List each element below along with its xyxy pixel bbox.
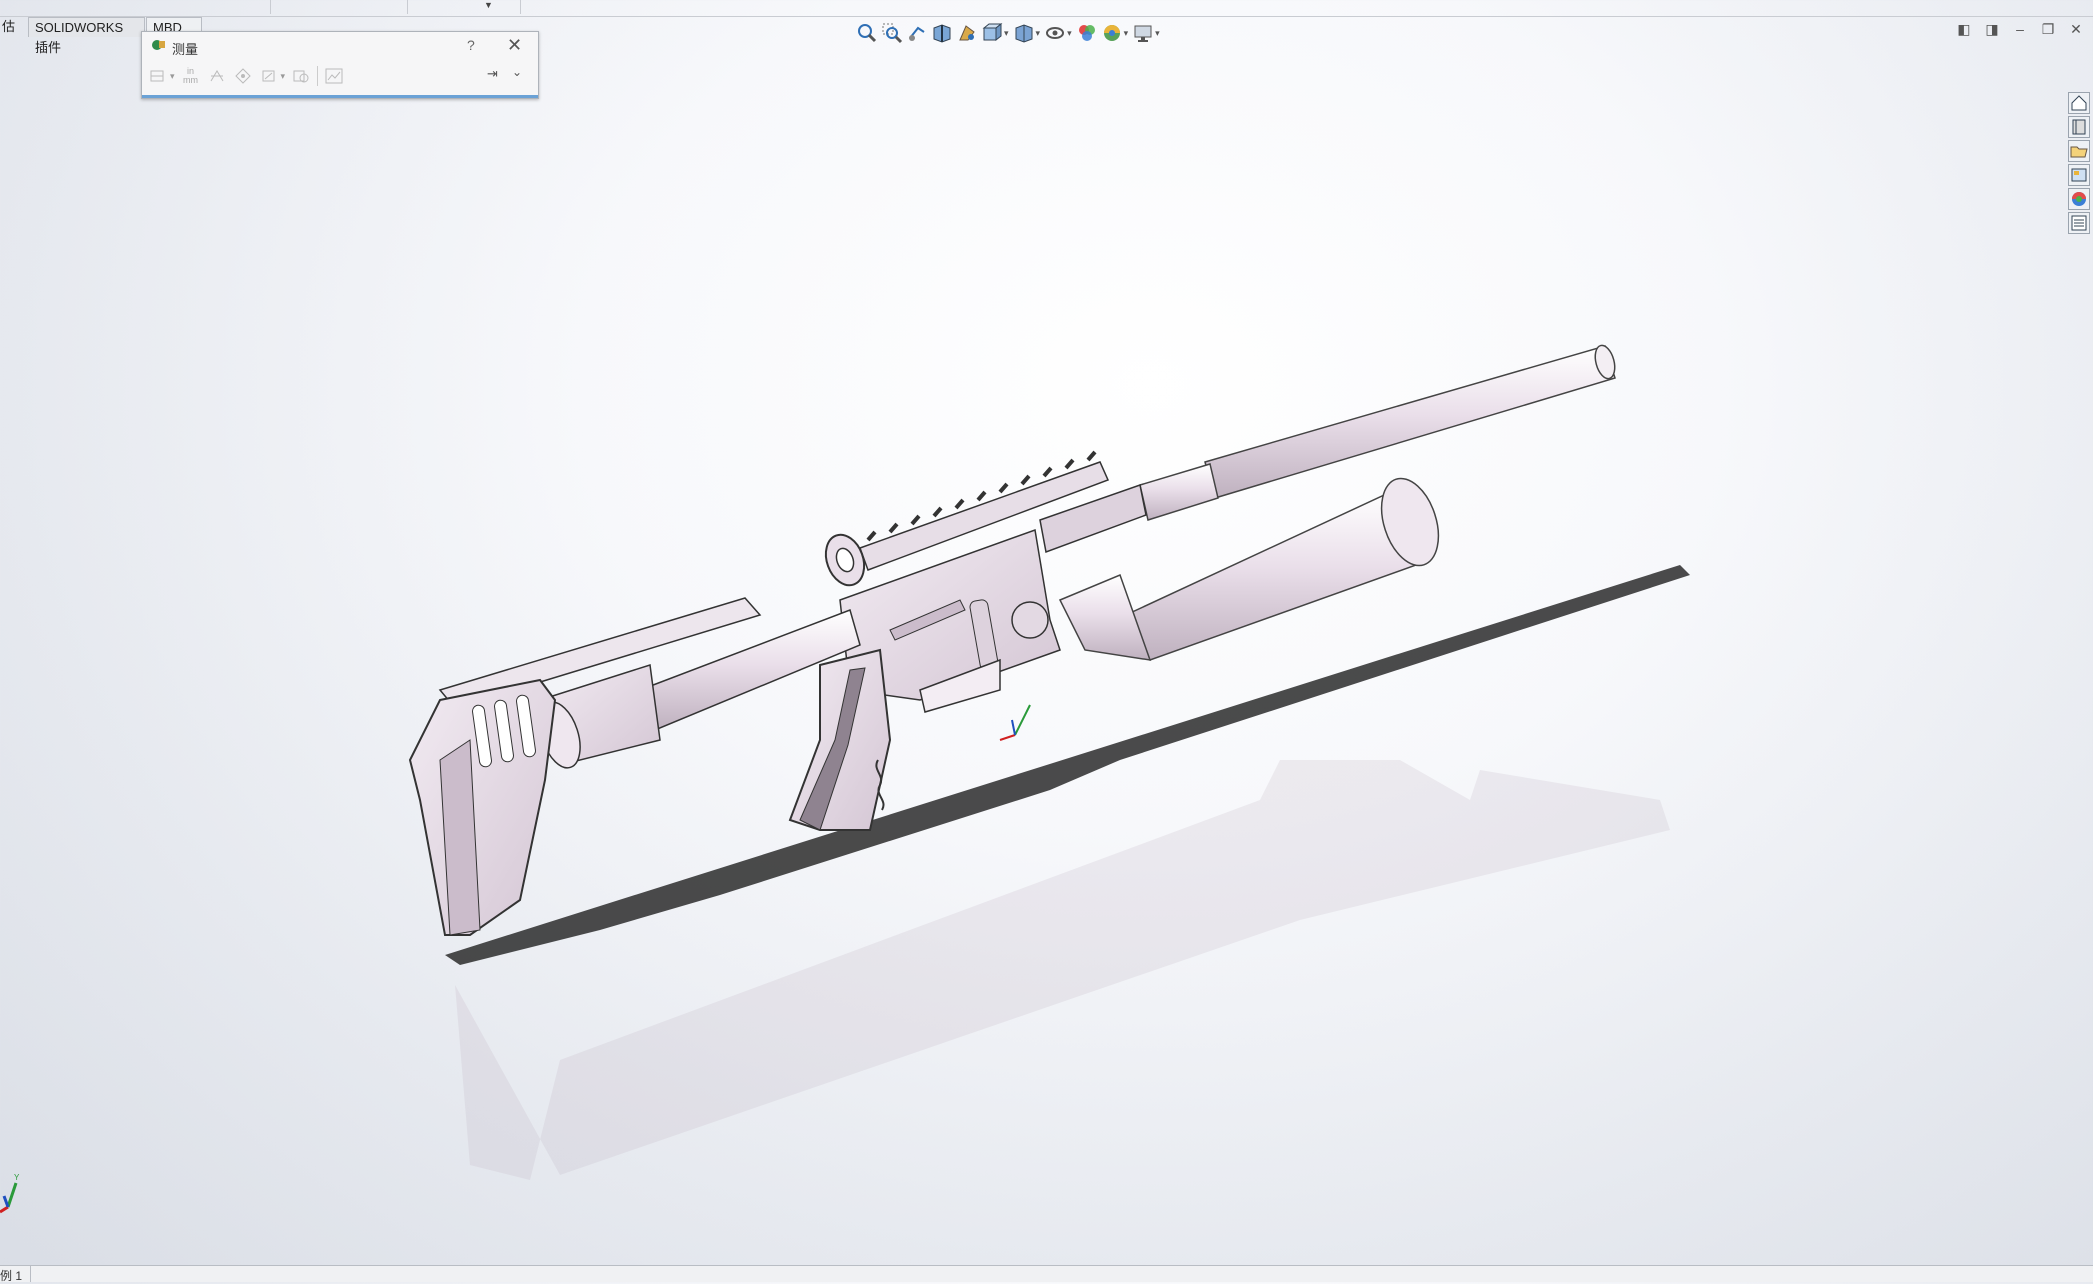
tab-solidworks-addins[interactable]: SOLIDWORKS 插件: [28, 17, 145, 55]
tab-divider: [270, 0, 271, 14]
chevron-down-icon[interactable]: ▼: [484, 0, 493, 10]
restore-icon[interactable]: ❐: [2041, 22, 2055, 36]
status-bar: 例 1: [0, 1265, 2093, 1283]
tile-left-icon[interactable]: ◧: [1957, 22, 1971, 36]
divider: [30, 1266, 31, 1282]
model-reflection: [455, 760, 1670, 1180]
tab-evaluate[interactable]: 估: [0, 17, 20, 37]
reference-triad: [999, 704, 1031, 741]
document-window-controls: ◧ ◨ – ❐ ✕: [1957, 22, 2083, 36]
rifle-model[interactable]: Y: [0, 36, 2093, 1262]
stock-assembly: [408, 597, 861, 936]
close-icon[interactable]: ✕: [2069, 22, 2083, 36]
minimize-icon[interactable]: –: [2013, 22, 2027, 36]
barrel: [1139, 344, 1616, 521]
tab-divider: [520, 0, 521, 14]
tab-divider: [407, 0, 408, 14]
view-triad: Y: [0, 1173, 20, 1214]
status-text: 例 1: [0, 1269, 23, 1283]
triad-y-label: Y: [14, 1173, 20, 1182]
graphics-area[interactable]: Y: [0, 36, 2093, 1262]
tile-right-icon[interactable]: ◨: [1985, 22, 1999, 36]
divider: [0, 16, 2093, 17]
